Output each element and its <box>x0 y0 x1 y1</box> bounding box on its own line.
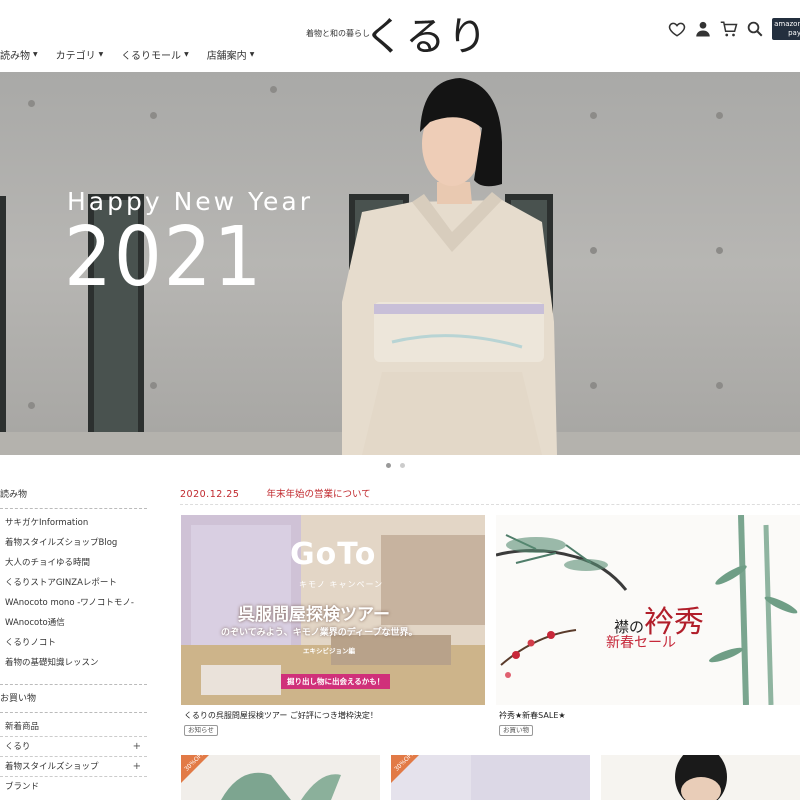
sidebar-reading-list: サキガケInformation 着物スタイルズショップBlog 大人のチョイゆる… <box>0 509 147 673</box>
expand-icon[interactable]: + <box>133 737 141 757</box>
product-image <box>675 755 727 800</box>
article-card-image[interactable]: 襟の衿秀 新春セール <box>496 515 800 705</box>
news-item[interactable]: 2020.12.25 年末年始の営業について <box>180 486 371 500</box>
sidebar-item[interactable]: 新着商品 <box>0 717 147 737</box>
sidebar-item[interactable]: ブランド <box>0 777 147 797</box>
sidebar-item[interactable]: 大人のチョイゆる時間 <box>0 553 147 573</box>
hero-slider[interactable]: Happy New Year 2021 <box>0 72 800 455</box>
search-icon[interactable] <box>746 20 764 38</box>
expand-icon[interactable]: + <box>133 757 141 777</box>
wall-hole <box>28 100 35 107</box>
nav-label: 読み物 <box>0 51 30 62</box>
kimono-model-image <box>342 78 557 455</box>
news-date: 2020.12.25 <box>180 489 240 500</box>
nav-item-reading[interactable]: 読み物 ▼ <box>0 47 38 62</box>
sidebar-item-label: 着物スタイルズショップ <box>5 762 99 772</box>
article-title[interactable]: 衿秀★新春SALE★ <box>499 710 566 721</box>
wall-hole <box>716 382 723 389</box>
wall-hole <box>28 402 35 409</box>
hero-year: 2021 <box>64 210 264 305</box>
tour-badge: 掘り出し物に出会えるかも！ <box>281 674 391 689</box>
product-card[interactable] <box>601 755 800 800</box>
caret-down-icon: ▼ <box>33 51 38 58</box>
wall-hole <box>716 112 723 119</box>
goto-title: GoTo <box>290 537 377 572</box>
caret-down-icon: ▼ <box>249 51 255 58</box>
product-image <box>391 755 590 800</box>
header-icons: amazon pay <box>668 18 800 40</box>
site-header: 読み物 ▼ カテゴリ ▼ くるりモール ▼ 店舗案内 ▼ 着物と和の暮らし くるり am… <box>0 0 800 72</box>
main-nav: 読み物 ▼ カテゴリ ▼ くるりモール ▼ 店舗案内 ▼ <box>0 47 272 62</box>
caret-down-icon: ▼ <box>184 51 189 58</box>
carousel-dot[interactable] <box>386 463 391 468</box>
sidebar-heading-shopping[interactable]: お買い物 <box>0 685 147 713</box>
sidebar-item[interactable]: 着物の基礎知識レッスン <box>0 653 147 673</box>
discount-badge: 30%OFF <box>181 755 209 783</box>
sidebar-item[interactable]: くるりストアGINZAレポート <box>0 573 147 593</box>
wall-hole <box>590 382 597 389</box>
sidebar-heading-reading[interactable]: 読み物 <box>0 478 147 509</box>
sidebar: 読み物 サキガケInformation 着物スタイルズショップBlog 大人のチ… <box>0 478 147 797</box>
product-card[interactable]: 30%OFF <box>391 755 590 800</box>
discount-label: 30%OFF <box>393 755 416 773</box>
cart-icon[interactable] <box>720 20 738 38</box>
nav-label: カテゴリ <box>55 51 96 62</box>
logo-tagline: 着物と和の暮らし <box>306 29 370 38</box>
wall-hole <box>590 247 597 254</box>
product-card[interactable]: 30%OFF <box>181 755 380 800</box>
news-title: 年末年始の営業について <box>266 489 371 500</box>
article-tag[interactable]: お買い物 <box>499 725 533 736</box>
tour-subline: のぞいてみよう、キモノ業界のディープな世界。 <box>221 628 418 638</box>
article-card-image[interactable]: GoTo キモノ キャンペーン 呉服問屋探検ツアー のぞいてみよう、キモノ業界の… <box>181 515 485 705</box>
caret-down-icon: ▼ <box>98 51 104 58</box>
nav-item-store[interactable]: 店舗案内 ▼ <box>207 47 255 62</box>
sidebar-item[interactable]: WAnocoto mono -ワノコトモノ- <box>0 593 147 613</box>
heart-icon[interactable] <box>668 20 686 38</box>
tour-small-label: エキシビジョン編 <box>303 647 355 655</box>
article-title[interactable]: くるりの呉服問屋探検ツアー ご好評につき増枠決定！ <box>184 710 378 721</box>
tour-headline: 呉服問屋探検ツアー <box>238 605 390 625</box>
wall-hole <box>716 247 723 254</box>
wall-hole <box>150 382 157 389</box>
sidebar-item-label: ブランド <box>5 782 40 792</box>
news-divider <box>180 504 800 505</box>
sidebar-item-label: くるり <box>5 742 31 752</box>
carousel-dot[interactable] <box>400 463 405 468</box>
discount-badge: 30%OFF <box>391 755 419 783</box>
sidebar-item[interactable]: 着物スタイルズショップ + <box>0 757 147 777</box>
logo-name: くるり <box>364 14 490 60</box>
product-image <box>221 772 341 800</box>
nav-item-mall[interactable]: くるりモール ▼ <box>121 47 188 62</box>
sidebar-item-label: 新着商品 <box>5 722 40 732</box>
sidebar-item[interactable]: サキガケInformation <box>0 513 147 533</box>
nav-label: 店舗案内 <box>206 51 247 62</box>
amazon-label: amazon <box>774 20 800 28</box>
wall-window-left <box>0 196 6 432</box>
sidebar-item[interactable]: くるり + <box>0 737 147 757</box>
wall-hole <box>270 86 277 93</box>
article-tag[interactable]: お知らせ <box>184 725 218 736</box>
site-logo[interactable]: 着物と和の暮らし くるり <box>306 6 487 60</box>
sidebar-item[interactable]: 着物スタイルズショップBlog <box>0 533 147 553</box>
goto-subtitle: キモノ キャンペーン <box>299 580 384 589</box>
sidebar-divider <box>0 673 147 685</box>
sidebar-shopping-list: 新着商品 くるり + 着物スタイルズショップ + ブランド <box>0 713 147 797</box>
nav-label: くるりモール <box>121 51 182 62</box>
user-icon[interactable] <box>694 20 712 38</box>
carousel-pagination <box>386 463 405 468</box>
sale-subtitle: 新春セール <box>606 635 676 651</box>
wall-hole <box>150 112 157 119</box>
wall-hole <box>590 112 597 119</box>
nav-item-category[interactable]: カテゴリ ▼ <box>56 47 104 62</box>
sidebar-item[interactable]: WAnocoto通信 <box>0 613 147 633</box>
pay-label: pay <box>788 29 800 37</box>
amazon-pay-button[interactable]: amazon pay <box>772 18 800 40</box>
sidebar-item[interactable]: くるりノコト <box>0 633 147 653</box>
discount-label: 30%OFF <box>183 755 206 773</box>
